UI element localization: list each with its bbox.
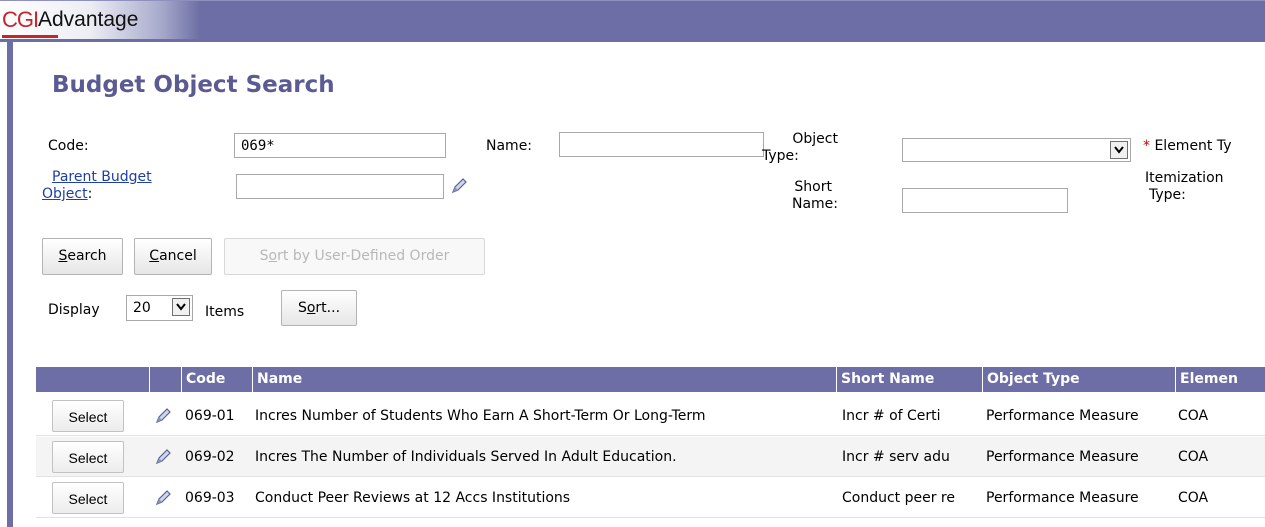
object-type-label-line2: Type: [762,148,799,164]
element-type-label-text: Element Ty [1154,138,1232,154]
header-object-type[interactable]: Object Type [982,367,1175,392]
items-label: Items [205,304,245,320]
cell-name: Incres The Number of Individuals Served … [255,449,677,465]
parent-budget-object-input[interactable] [236,174,444,199]
search-button-label: earch [67,248,107,264]
sort-by-user-defined-order-button[interactable]: Sort by User-Defined Order [224,238,485,275]
itemization-type-label: Itemization Type: [1145,170,1224,204]
sort-button-label: rt... [315,300,341,316]
sort-button-prefix: S [297,300,307,316]
short-name-input[interactable] [902,188,1068,213]
cell-name: Incres Number of Students Who Earn A Sho… [255,408,706,424]
chevron-down-icon[interactable] [1110,141,1128,159]
cell-object-type: Performance Measure [986,490,1139,506]
element-type-label: * Element Ty [1143,138,1232,155]
sort-udo-hotkey: o [268,248,278,264]
display-count-select[interactable]: 20 [126,295,193,321]
pencil-icon[interactable] [154,407,172,425]
cell-code: 069-02 [185,449,235,465]
select-button[interactable]: Select [52,482,124,514]
sort-udo-prefix: S [259,248,269,264]
code-label: Code: [48,138,89,154]
app-logo: CGI Advantage [0,1,200,39]
left-accent-bar [7,42,13,527]
cancel-button-label: ancel [159,248,197,264]
header-code[interactable]: Code [181,367,252,392]
select-button[interactable]: Select [52,400,124,432]
object-type-label: Object Type: [760,131,838,165]
short-name-label-line1: Short [794,179,832,195]
cell-element: COA [1178,490,1209,506]
parent-budget-object-link-line2: Object: [42,186,152,203]
results-grid-header: Code Name Short Name Object Type Elemen [36,367,1265,392]
cell-object-type: Performance Measure [986,408,1139,424]
table-row: Select 069-01 Incres Number of Students … [36,396,1265,436]
table-row: Select 069-03 Conduct Peer Reviews at 12… [36,478,1265,518]
itemization-type-label-line1: Itemization [1145,170,1224,186]
parent-budget-object-link-2[interactable]: Object [42,186,88,202]
name-input[interactable] [559,132,764,157]
object-type-label-line1: Object [792,131,838,147]
select-button[interactable]: Select [52,441,124,473]
cell-short-name: Incr # serv adu [842,449,950,465]
sort-udo-label: rt by User-Defined Order [277,248,450,264]
header-element[interactable]: Elemen [1175,367,1265,392]
short-name-label-line2: Name: [791,196,838,212]
code-input[interactable] [234,133,446,158]
header-short-name[interactable]: Short Name [836,367,982,392]
search-button[interactable]: Search [42,238,123,275]
chevron-down-icon[interactable] [172,298,190,316]
cell-short-name: Conduct peer re [842,490,955,506]
cell-element: COA [1178,408,1209,424]
table-row: Select 069-02 Incres The Number of Indiv… [36,437,1265,477]
logo-product-name: Advantage [38,8,139,31]
pencil-icon[interactable] [154,489,172,507]
logo-cgi-text: CGI [2,7,39,32]
itemization-type-label-line2: Type: [1149,187,1186,203]
header-select-column [36,367,149,392]
cancel-button-hotkey: C [149,248,160,264]
header-name[interactable]: Name [252,367,836,392]
cell-code: 069-03 [185,490,235,506]
page-title: Budget Object Search [52,72,335,98]
short-name-label: Short Name: [760,179,838,213]
object-type-select[interactable] [902,138,1131,162]
cell-name: Conduct Peer Reviews at 12 Accs Institut… [255,490,571,506]
cell-element: COA [1178,449,1209,465]
cell-code: 069-01 [185,408,235,424]
header-edit-column [149,367,181,392]
cell-object-type: Performance Measure [986,449,1139,465]
parent-budget-object-label: Parent Budget Object: [42,169,152,203]
logo-underline [2,35,58,38]
search-button-hotkey: S [58,248,68,264]
cell-short-name: Incr # of Certi [842,408,941,424]
name-label: Name: [486,138,533,154]
top-bar: CGI Advantage [0,0,1265,42]
display-label: Display [48,302,100,318]
pencil-icon[interactable] [154,448,172,466]
parent-budget-object-link[interactable]: Parent Budget [42,169,152,186]
sort-button[interactable]: Sort... [281,290,357,326]
display-count-value: 20 [133,300,151,316]
required-marker: * [1143,138,1150,154]
pencil-icon[interactable] [450,177,468,195]
cancel-button[interactable]: Cancel [134,238,212,275]
parent-budget-object-colon: : [87,186,93,202]
